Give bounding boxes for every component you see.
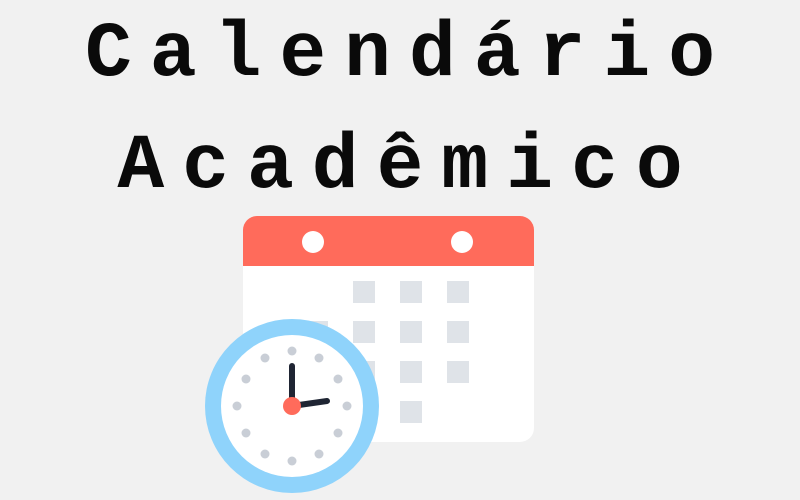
calendar-ring-left	[302, 231, 324, 253]
clock-icon	[205, 319, 379, 493]
calendar-clock-icon	[205, 216, 534, 493]
page: Calendário Acadêmico	[0, 0, 800, 500]
calendar-header	[243, 216, 534, 266]
clock-center	[283, 397, 301, 415]
calendar-ring-right	[451, 231, 473, 253]
